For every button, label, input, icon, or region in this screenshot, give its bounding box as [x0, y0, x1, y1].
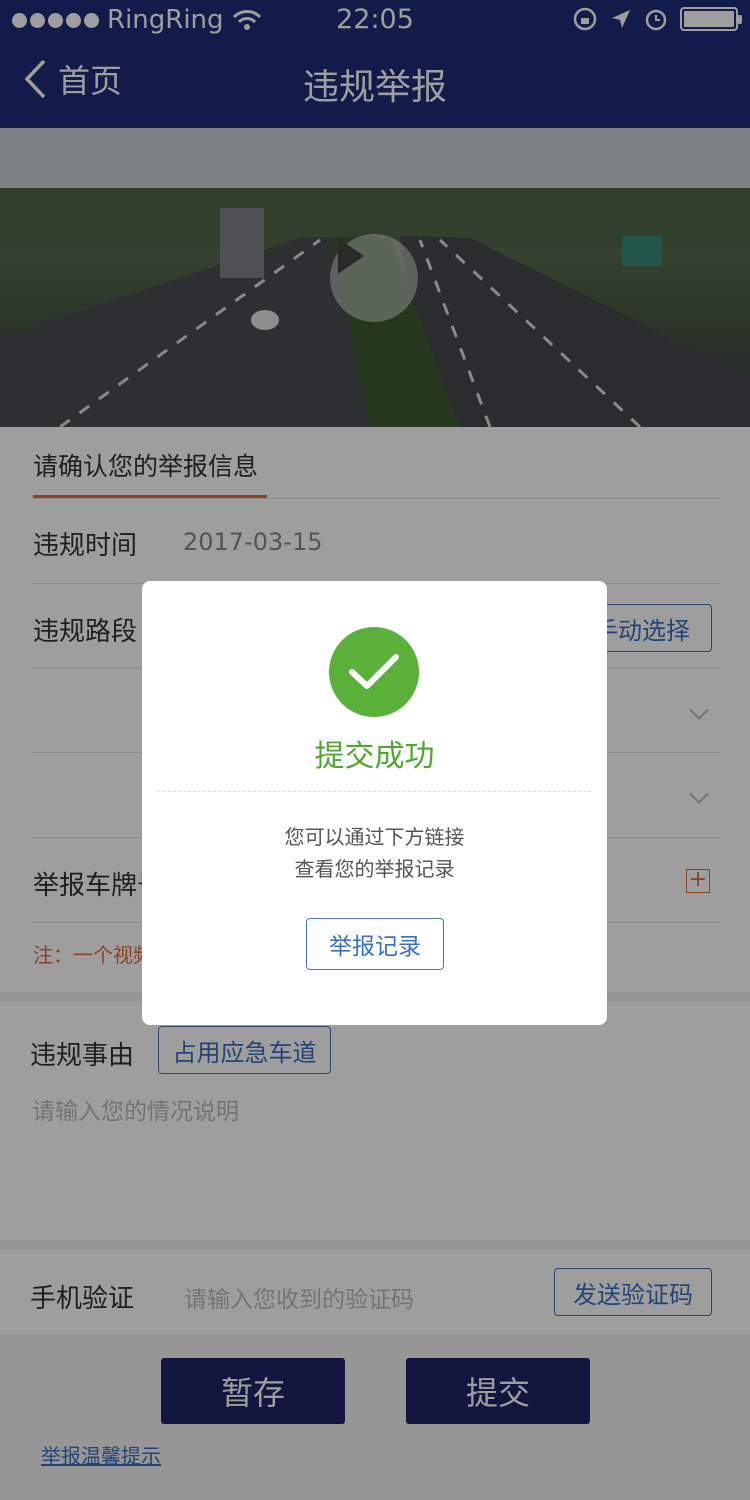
success-dialog: 提交成功 您可以通过下方链接 查看您的举报记录 举报记录	[142, 581, 607, 1025]
dialog-message-line1: 您可以通过下方链接	[284, 825, 465, 849]
dialog-message-line2: 查看您的举报记录	[294, 857, 455, 881]
report-record-button[interactable]: 举报记录	[306, 918, 444, 970]
dialog-title: 提交成功	[314, 739, 435, 774]
dialog-divider	[158, 791, 591, 792]
success-check-icon	[329, 627, 419, 717]
